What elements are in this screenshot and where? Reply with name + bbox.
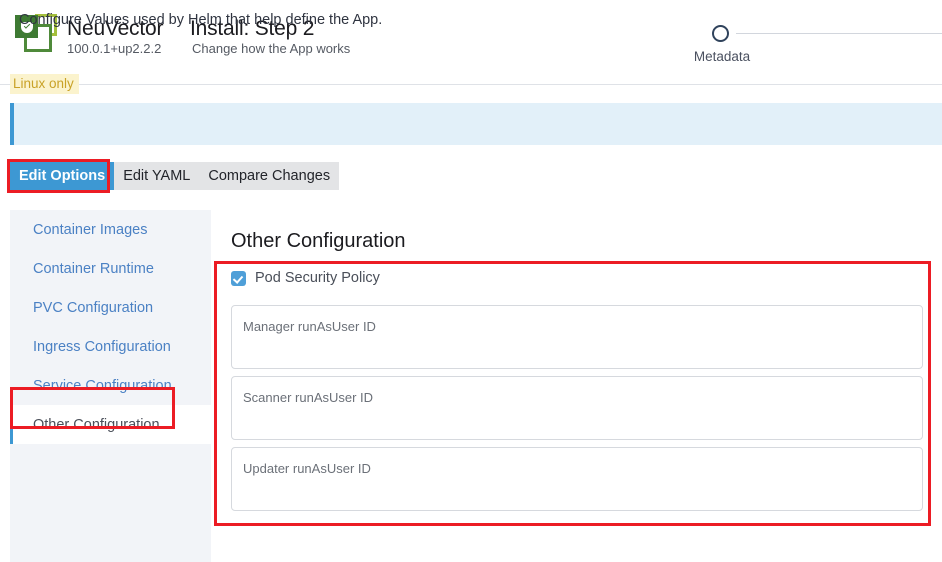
sidebar-item-container-runtime[interactable]: Container Runtime [10, 249, 211, 288]
sidebar-item-container-images[interactable]: Container Images [10, 210, 211, 249]
info-banner [10, 103, 942, 145]
info-banner-text: Configure Values used by Helm that help … [19, 12, 382, 28]
pod-security-policy-row[interactable]: Pod Security Policy [231, 270, 380, 286]
pod-security-policy-label: Pod Security Policy [255, 270, 380, 286]
step-connector-line [736, 33, 942, 34]
page-subtitle: Change how the App works [192, 41, 350, 56]
editor-mode-tabs: Edit Options Edit YAML Compare Changes [10, 162, 339, 190]
os-badge: Linux only [10, 74, 79, 94]
sidebar-item-other-configuration[interactable]: Other Configuration [10, 405, 211, 444]
section-title: Other Configuration [231, 230, 406, 253]
tab-edit-yaml[interactable]: Edit YAML [114, 162, 199, 190]
tab-compare-changes[interactable]: Compare Changes [199, 162, 339, 190]
step-circle-icon[interactable] [712, 25, 729, 42]
tab-edit-options[interactable]: Edit Options [10, 162, 114, 190]
updater-runasuser-id-field[interactable]: Updater runAsUser ID [231, 447, 923, 511]
sidebar-item-pvc-configuration[interactable]: PVC Configuration [10, 288, 211, 327]
brand-version: 100.0.1+up2.2.2 [67, 41, 161, 56]
pod-security-policy-checkbox[interactable] [231, 271, 246, 286]
scanner-runasuser-id-field[interactable]: Scanner runAsUser ID [231, 376, 923, 440]
manager-runasuser-id-field[interactable]: Manager runAsUser ID [231, 305, 923, 369]
sidebar-item-service-configuration[interactable]: Service Configuration [10, 366, 211, 405]
os-compatibility-strip: Linux only [0, 74, 942, 96]
manager-runasuser-id-label: Manager runAsUser ID [243, 319, 376, 334]
step-indicator: Metadata [690, 22, 942, 72]
divider [0, 84, 942, 85]
scanner-runasuser-id-label: Scanner runAsUser ID [243, 390, 373, 405]
sidebar-item-ingress-configuration[interactable]: Ingress Configuration [10, 327, 211, 366]
step-label-metadata[interactable]: Metadata [690, 49, 754, 64]
config-section-sidebar: Container Images Container Runtime PVC C… [10, 210, 211, 562]
updater-runasuser-id-label: Updater runAsUser ID [243, 461, 371, 476]
